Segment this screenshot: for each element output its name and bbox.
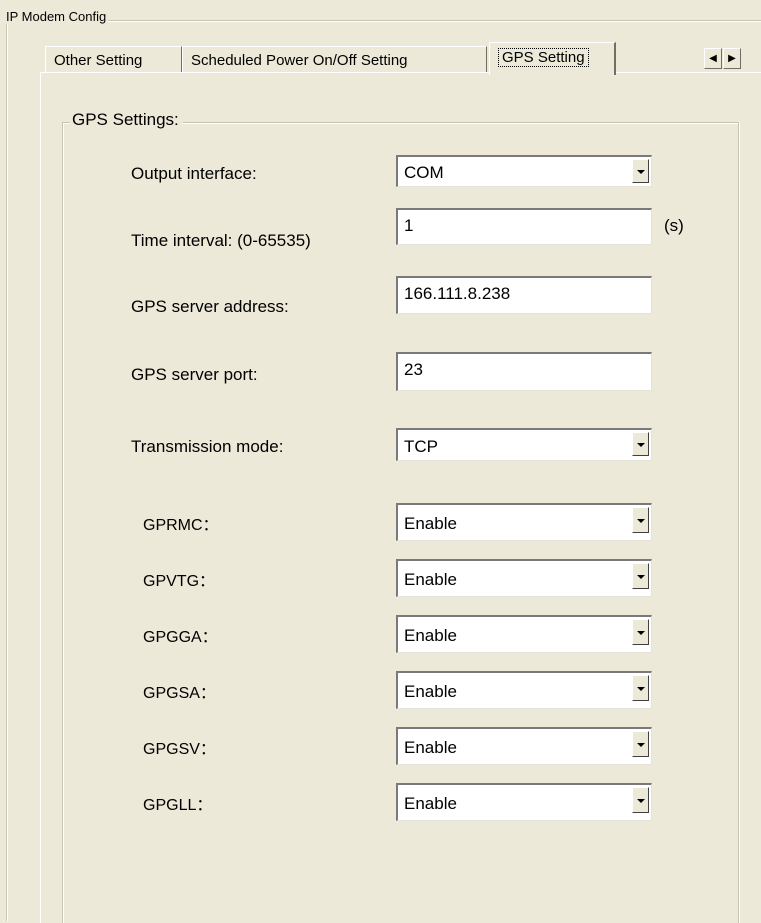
chevron-down-icon[interactable] (632, 675, 649, 701)
chevron-down-icon[interactable] (632, 432, 649, 456)
gpvtg-value: Enable (404, 570, 457, 589)
gprmc-select[interactable]: Enable (396, 503, 652, 541)
gpgll-value: Enable (404, 794, 457, 813)
time-interval-label: Time interval: (0-65535) (131, 231, 311, 250)
chevron-down-icon[interactable] (632, 619, 649, 645)
gps-server-port-label: GPS server port: (131, 365, 258, 384)
gpgsa-value: Enable (404, 682, 457, 701)
gpgga-value: Enable (404, 626, 457, 645)
tab-label: GPS Setting (498, 48, 589, 67)
gpgsa-select[interactable]: Enable (396, 671, 652, 709)
transmission-mode-value: TCP (404, 437, 438, 456)
gps-server-port-value: 23 (404, 360, 423, 379)
arrow-left-icon: ◀ (709, 53, 717, 64)
tab-label: Scheduled Power On/Off Setting (191, 52, 408, 69)
arrow-right-icon: ▶ (728, 53, 736, 64)
chevron-down-icon[interactable] (632, 159, 649, 183)
transmission-mode-label: Transmission mode: (131, 437, 284, 456)
gpgsa-label: GPGSA： (143, 685, 216, 702)
output-interface-label: Output interface: (131, 164, 257, 183)
gpgsv-select[interactable]: Enable (396, 727, 652, 765)
gps-server-address-input[interactable]: 166.111.8.238 (396, 276, 652, 314)
gps-server-port-input[interactable]: 23 (396, 352, 652, 391)
ip-modem-config-title: IP Modem Config (6, 9, 109, 24)
chevron-down-icon[interactable] (632, 731, 649, 757)
tab-scroll-left-button[interactable]: ◀ (704, 48, 722, 69)
gps-server-address-value: 166.111.8.238 (404, 284, 511, 303)
gps-server-address-label: GPS server address: (131, 297, 289, 316)
transmission-mode-select[interactable]: TCP (396, 428, 652, 461)
gps-settings-legend: GPS Settings: (70, 110, 183, 130)
gpgsv-label: GPGSV： (143, 741, 216, 758)
chevron-down-icon[interactable] (632, 787, 649, 813)
chevron-down-icon[interactable] (632, 507, 649, 533)
gpvtg-select[interactable]: Enable (396, 559, 652, 597)
time-interval-unit: (s) (664, 216, 684, 235)
chevron-down-icon[interactable] (632, 563, 649, 589)
gpvtg-label: GPVTG： (143, 573, 216, 590)
tab-scroll-right-button[interactable]: ▶ (723, 48, 741, 69)
output-interface-value: COM (404, 163, 444, 182)
gpgga-select[interactable]: Enable (396, 615, 652, 653)
tab-gps-setting[interactable]: GPS Setting (489, 42, 616, 75)
gpgsv-value: Enable (404, 738, 457, 757)
output-interface-select[interactable]: COM (396, 155, 652, 187)
gpgll-label: GPGLL： (143, 797, 213, 814)
tab-scheduled-power[interactable]: Scheduled Power On/Off Setting (182, 46, 487, 73)
gpgll-select[interactable]: Enable (396, 783, 652, 821)
time-interval-input[interactable]: 1 (396, 208, 652, 245)
gprmc-label: GPRMC： (143, 517, 219, 534)
tab-other-setting[interactable]: Other Setting (45, 46, 182, 73)
gpgga-label: GPGGA： (143, 629, 218, 646)
gprmc-value: Enable (404, 514, 457, 533)
tab-label: Other Setting (54, 52, 143, 69)
time-interval-value: 1 (404, 216, 414, 235)
